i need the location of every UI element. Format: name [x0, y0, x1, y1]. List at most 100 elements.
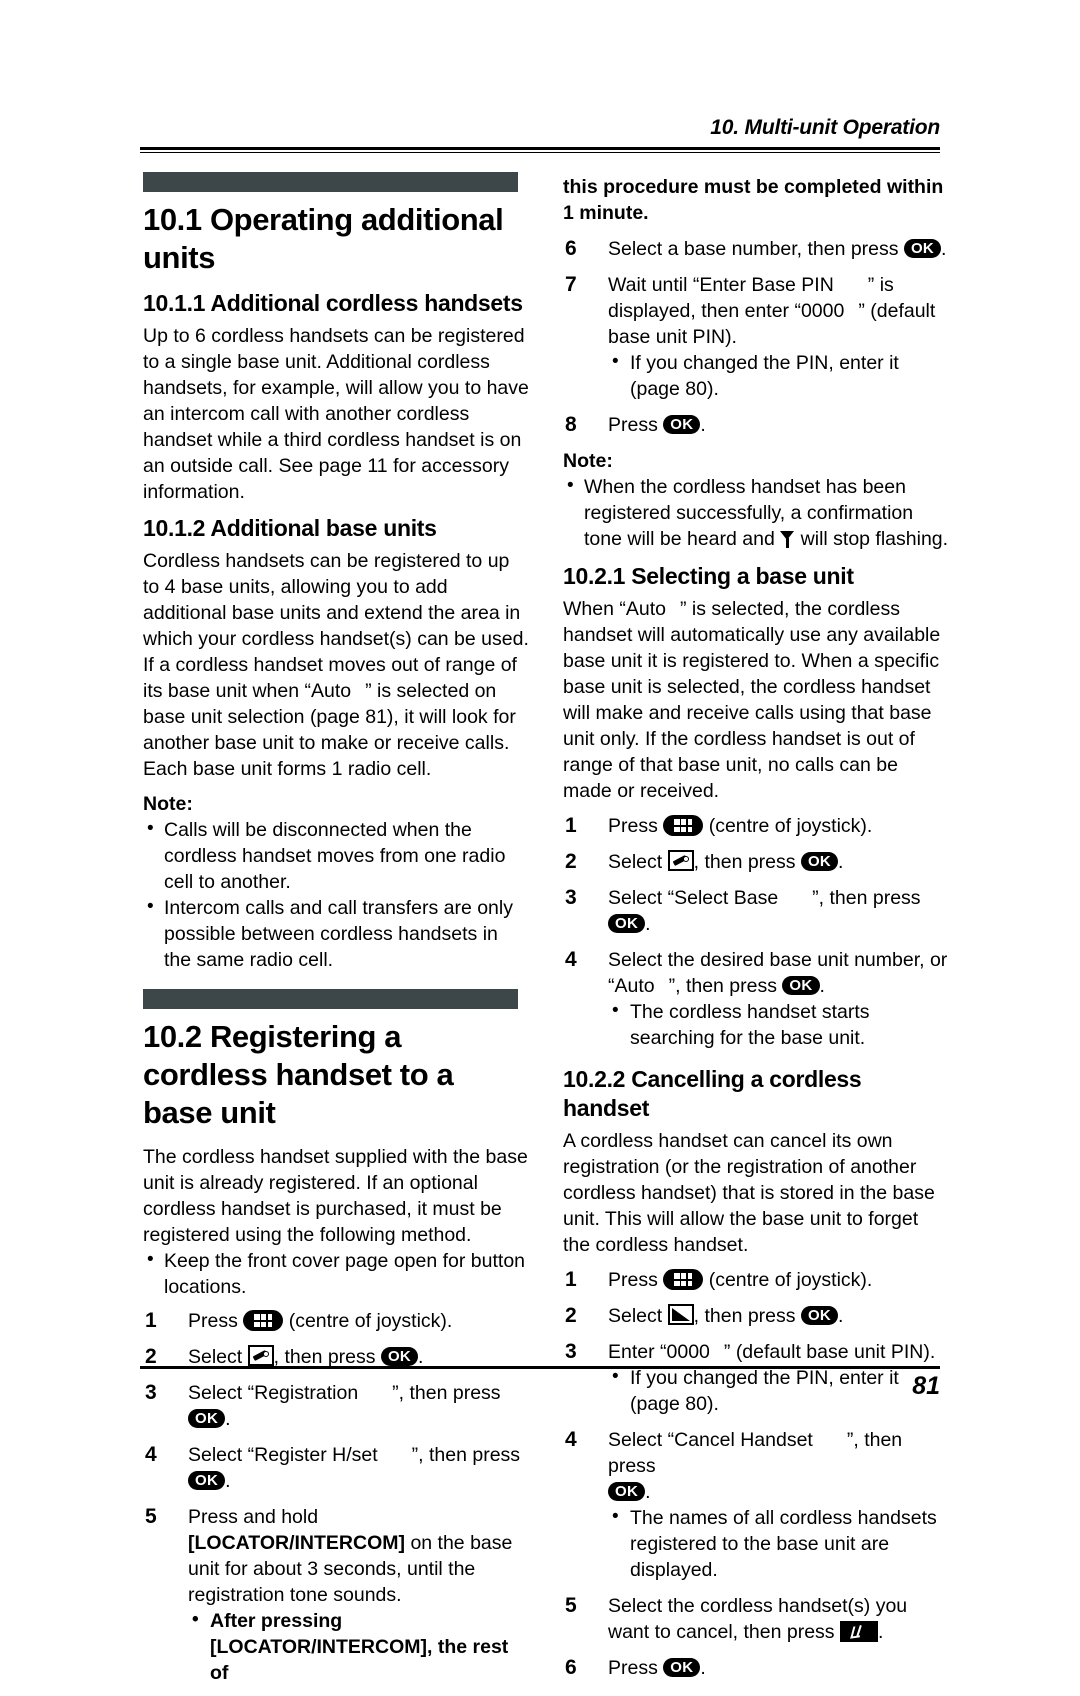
step-text-mid: ”, then press	[668, 975, 777, 997]
step-number: 8	[565, 413, 577, 436]
step-text-tail: .	[941, 238, 947, 260]
paragraph-10-1-2: Cordless handsets can be registered to u…	[143, 548, 529, 782]
manual-page: 10. Multi-unit Operation 10.1 Operating …	[0, 0, 1080, 1684]
step-number: 3	[565, 1340, 577, 1363]
ok-key-icon[interactable]: OK	[663, 1658, 701, 1677]
step-text-tail: .	[819, 975, 825, 997]
wedge-box-icon[interactable]	[667, 1304, 694, 1325]
paragraph-10-1-1: Up to 6 cordless handsets can be registe…	[143, 325, 529, 503]
joystick-key-icon[interactable]	[663, 1269, 704, 1290]
step-4-bullets: The names of all cordless handsets regis…	[608, 1504, 949, 1583]
list-item: The names of all cordless handsets regis…	[608, 1504, 949, 1583]
sub-bullet-text: After pressing	[210, 1610, 343, 1632]
note-label-10-1-2: Note:	[143, 793, 193, 815]
step-number: 1	[565, 814, 577, 837]
step-number: 4	[565, 1428, 577, 1451]
step-text-tail: .	[838, 851, 844, 873]
subsection-heading-10-2-2: 10.2.2 Cancelling a cordless handset	[563, 1066, 862, 1121]
step-text-tail: .	[700, 1657, 706, 1679]
continued-bullet-text: this procedure must be completed within …	[563, 176, 944, 224]
step-text-mid: , then press	[693, 851, 796, 873]
footer-rule	[140, 1366, 940, 1369]
step-4-bullets: The cordless handset starts searching fo…	[608, 998, 949, 1051]
step-3: 3 Select “Select Base ”, then press OK.	[563, 885, 949, 937]
step-text-tail: .	[225, 1470, 231, 1492]
step-number: 3	[565, 886, 577, 909]
check-key-icon[interactable]	[839, 1621, 878, 1642]
section-banner-10-2	[143, 989, 518, 1009]
step-2: 2 Select , then press OK.	[563, 849, 949, 875]
paragraph-10-2-1-part1: When “Auto	[563, 598, 666, 620]
step-text: Press	[608, 1657, 658, 1679]
step-text: Select “Select Base	[608, 887, 779, 909]
step-text: Select a base number, then press	[608, 238, 899, 260]
step-7: 7 Wait until “Enter Base PIN” is display…	[563, 272, 949, 402]
locator-intercom-button-label[interactable]: [LOCATOR/INTERCOM]	[210, 1636, 427, 1658]
steps-10-2-1: 1 Press (centre of joystick). 2 Select ,…	[563, 813, 949, 1051]
step-4: 4 Select the desired base unit number, o…	[563, 947, 949, 1051]
step-text-tail: .	[838, 1305, 844, 1327]
locator-intercom-button-label[interactable]: [LOCATOR/INTERCOM]	[188, 1532, 405, 1554]
ok-key-icon[interactable]: OK	[380, 1347, 419, 1366]
step-5: 5 Press and hold [LOCATOR/INTERCOM] on t…	[143, 1504, 529, 1686]
antenna-icon	[780, 531, 795, 548]
list-item: Intercom calls and call transfers are on…	[143, 894, 529, 973]
step-6: 6 Press OK.	[563, 1655, 949, 1681]
step-text-tail: .	[645, 1481, 651, 1503]
step-text: Press	[188, 1310, 238, 1332]
step-5-sub-bullets: After pressing[LOCATOR/INTERCOM], the re…	[188, 1607, 529, 1686]
note-list-right: When the cordless handset has been regis…	[563, 473, 949, 552]
pencil-box-icon[interactable]	[247, 1345, 274, 1366]
section-heading-10-2: 10.2 Registering a cordless handset to a…	[143, 1019, 454, 1130]
chapter-header: 10. Multi-unit Operation	[710, 116, 940, 139]
step-text-tail: (centre of joystick).	[708, 1269, 873, 1291]
step-number: 6	[565, 1656, 577, 1679]
step-text: Select “Cancel Handset	[608, 1429, 813, 1451]
list-item: When the cordless handset has been regis…	[563, 473, 949, 552]
steps-continued: 6 Select a base number, then press OK. 7…	[563, 236, 949, 438]
section-heading-10-1: 10.1 Operating additional units	[143, 202, 504, 275]
pencil-box-icon[interactable]	[667, 850, 694, 871]
ok-key-icon[interactable]: OK	[903, 239, 942, 258]
note-text-part2: will stop flashing.	[800, 528, 949, 550]
step-text-mid: ”, then press	[411, 1444, 521, 1466]
page-number: 81	[912, 1372, 940, 1400]
paragraph-10-2-2: A cordless handset can cancel its own re…	[563, 1130, 935, 1256]
ok-key-icon[interactable]: OK	[188, 1471, 226, 1490]
step-text: Press	[608, 414, 658, 436]
step-text: Select	[188, 1346, 243, 1368]
step-number: 6	[565, 237, 577, 260]
paragraph-10-2: The cordless handset supplied with the b…	[143, 1146, 528, 1246]
list-item: If you changed the PIN, enter it (page 8…	[608, 349, 949, 402]
step-number: 7	[565, 273, 577, 296]
step-text: Enter “0000	[608, 1341, 710, 1363]
step-4: 4 Select “Register H/set ”, then press OK…	[143, 1442, 529, 1494]
step-text: Select “Register H/set	[188, 1444, 378, 1466]
section-banner-10-1	[143, 172, 518, 192]
list-item: Calls will be disconnected when the cord…	[143, 816, 529, 895]
steps-10-2-2: 1 Press (centre of joystick). 2 Select ,…	[563, 1267, 949, 1681]
ok-key-icon[interactable]: OK	[608, 1482, 646, 1501]
step-text-tail: ” (default base unit PIN).	[723, 1341, 936, 1363]
joystick-key-icon[interactable]	[243, 1310, 284, 1331]
step-text-tail: (centre of joystick).	[288, 1310, 453, 1332]
intro-bullets-10-2: Keep the front cover page open for butto…	[143, 1247, 529, 1300]
ok-key-icon[interactable]: OK	[800, 852, 839, 871]
ok-key-icon[interactable]: OK	[608, 914, 646, 933]
steps-10-2: 1 Press (centre of joystick). 2 Select ,…	[143, 1308, 529, 1686]
step-text: Wait until “Enter Base PIN	[608, 274, 834, 296]
ok-key-icon[interactable]: OK	[188, 1409, 226, 1428]
step-text: Press and hold	[188, 1506, 319, 1528]
step-text-tail: .	[225, 1408, 231, 1430]
paragraph-10-2-1-part2: ” is selected, the cordless handset will…	[563, 598, 941, 802]
step-1: 1 Press (centre of joystick).	[143, 1308, 529, 1334]
step-text-mid: , then press	[693, 1305, 796, 1327]
joystick-key-icon[interactable]	[663, 815, 704, 836]
step-number: 5	[565, 1594, 577, 1617]
step-number: 2	[565, 850, 577, 873]
step-6: 6 Select a base number, then press OK.	[563, 236, 949, 262]
ok-key-icon[interactable]: OK	[800, 1306, 839, 1325]
ok-key-icon[interactable]: OK	[663, 415, 701, 434]
step-1: 1 Press (centre of joystick).	[563, 813, 949, 839]
ok-key-icon[interactable]: OK	[782, 976, 820, 995]
